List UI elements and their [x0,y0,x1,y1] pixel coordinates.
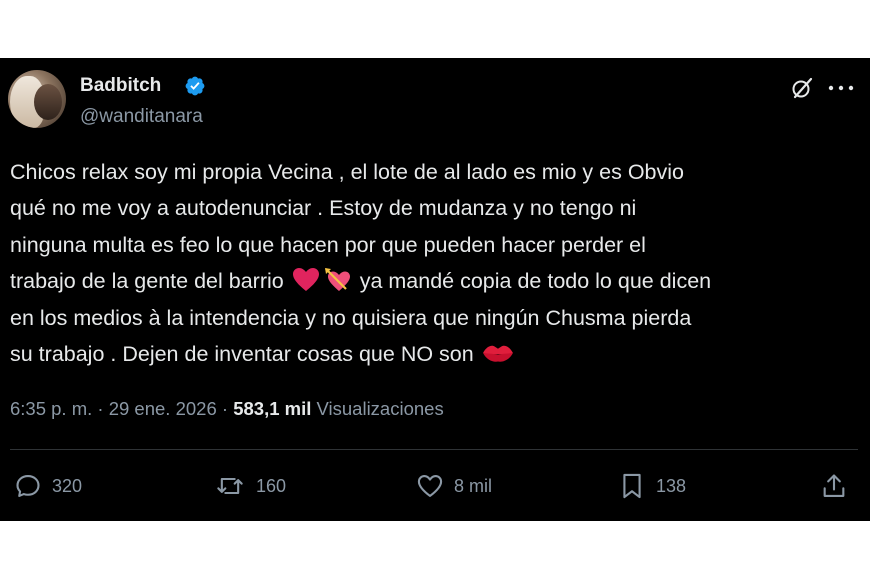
tweet-segment: trabajo de la gente del barrio [10,269,284,294]
like-count: 8 mil [454,475,493,496]
share-button[interactable] [820,471,858,501]
tweet-line: en los medios à la intendencia y no quis… [10,305,692,330]
tweet-line-with-emoji: su trabajo . Dejen de inventar cosas que… [10,336,860,372]
tweet-meta: 6:35 p. m. · 29 ene. 2026 · 583,1 mil Vi… [10,398,444,420]
more-options-icon[interactable] [828,85,854,91]
views-label[interactable]: Visualizaciones [317,398,444,419]
like-button[interactable]: 8 mil [416,471,492,501]
tweet-segment: su trabajo . Dejen de inventar cosas que… [10,342,474,367]
meta-separator: · [97,398,104,419]
bookmark-icon [623,473,641,499]
heart-with-arrow-icon [324,268,350,292]
user-handle[interactable]: @wanditanara [80,106,203,128]
repost-button[interactable]: 160 [214,471,286,501]
divider [10,449,858,450]
repost-icon [217,477,243,495]
repost-count: 160 [256,475,287,496]
red-heart-icon [292,268,319,292]
display-name[interactable]: Badbitch [80,75,161,97]
reply-button[interactable]: 320 [14,471,82,501]
tweet-line: ninguna multa es feo lo que hacen por qu… [10,232,646,257]
verified-badge-icon [185,76,205,96]
reply-count: 320 [52,475,83,496]
grok-icon[interactable] [790,76,814,100]
meta-separator: · [221,398,229,419]
views-count[interactable]: 583,1 mil [233,398,311,419]
reply-icon [16,475,40,497]
heart-icon [417,475,443,497]
tweet-text: Chicos relax soy mi propia Vecina , el l… [10,154,860,372]
avatar[interactable] [8,70,66,128]
tweet-date[interactable]: 29 ene. 2026 [109,398,217,419]
tweet-line: qué no me voy a autodenunciar . Estoy de… [10,196,637,221]
tweet-card: Badbitch @wanditanara Chicos relax soy m… [0,58,870,521]
tweet-line-with-emojis: trabajo de la gente del barrio ya mandé … [10,263,860,299]
tweet-segment: ya mandé copia de todo lo que dicen [359,269,712,294]
tweet-line: Chicos relax soy mi propia Vecina , el l… [10,160,684,184]
share-icon [823,474,845,497]
tweet-time[interactable]: 6:35 p. m. [10,398,92,419]
bookmark-button[interactable]: 138 [618,471,686,501]
bookmark-count: 138 [656,475,687,496]
kiss-mark-icon [482,345,513,362]
